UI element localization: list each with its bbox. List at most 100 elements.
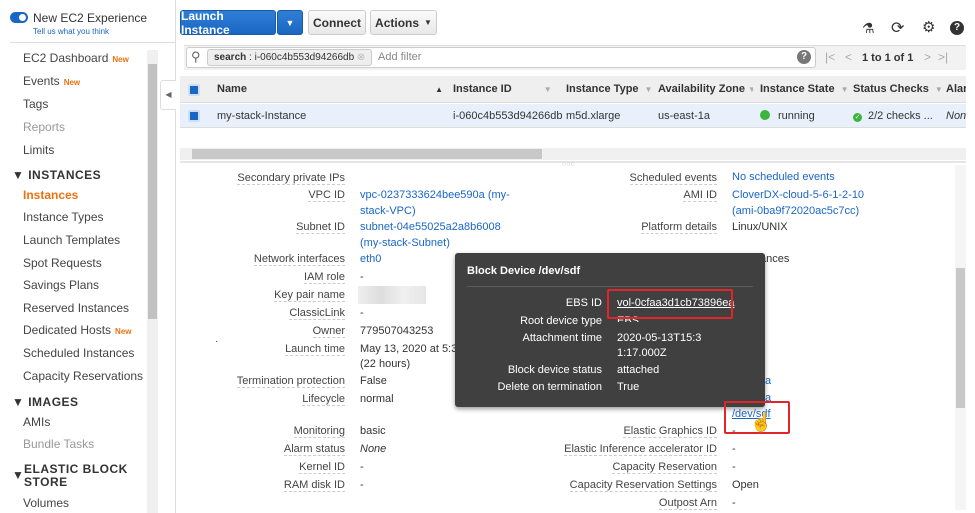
label-iam-role: IAM role — [304, 271, 345, 284]
refresh-icon[interactable]: ⟳ — [891, 18, 904, 38]
section-ebs[interactable]: ▼ ELASTIC BLOCK STORE — [12, 463, 137, 489]
pagination-text: 1 to 1 of 1 — [862, 52, 914, 64]
label-termination-protection: Termination protection — [236, 375, 345, 388]
block-device-popover: Block Device /dev/sdf EBS ID vol-0cfaa3d… — [455, 253, 765, 407]
owner-value: 779507043253 — [360, 325, 434, 337]
launch-dropdown-button[interactable]: ▼ — [277, 10, 303, 35]
ami-id-link[interactable]: CloverDX-cloud-5-6-1-2-10 (ami-0ba9f7202… — [732, 187, 892, 219]
col-label: Availability Zone — [658, 83, 746, 95]
filter-help-icon[interactable]: ? — [797, 50, 811, 64]
drag-handle-icon[interactable]: ○○○ — [562, 161, 575, 168]
row-checkbox[interactable] — [188, 105, 200, 127]
key-pair-redacted — [358, 286, 426, 304]
new-experience-toggle[interactable] — [10, 12, 28, 23]
filter-chip[interactable]: search : i-060c4b553d94266db ⊗ — [207, 49, 373, 66]
cell-status-checks: ✓ 2/2 checks ... — [853, 105, 933, 127]
sidebar-item-capacity-reservations[interactable]: Capacity Reservations — [23, 369, 143, 383]
column-instance-type[interactable]: Instance Type ▼ — [566, 76, 651, 103]
launch-time-duration: (22 hours) — [360, 358, 411, 370]
eth0-link[interactable]: eth0 — [360, 251, 381, 267]
running-status-icon — [760, 110, 770, 120]
flask-icon[interactable]: ⚗ — [862, 20, 875, 37]
sidebar-item-events[interactable]: Events New — [23, 74, 80, 88]
sidebar-item-reports[interactable]: Reports — [23, 120, 65, 134]
check-icon: ✓ — [853, 113, 862, 122]
partial-link-a[interactable]: a — [765, 373, 771, 389]
iam-role-value: - — [360, 271, 364, 283]
sidebar-item-volumes[interactable]: Volumes — [23, 496, 69, 510]
state-text: running — [778, 110, 815, 122]
column-instance-state[interactable]: Instance State ▼ — [760, 76, 848, 103]
sidebar-item-instance-types[interactable]: Instance Types — [23, 210, 104, 224]
block-device-status-value: attached — [617, 364, 660, 376]
label-capacity-reservation-settings: Capacity Reservation Settings — [569, 479, 717, 492]
sidebar-item-savings-plans[interactable]: Savings Plans — [23, 278, 99, 292]
launch-instance-button[interactable]: Launch Instance — [180, 9, 276, 37]
launch-time-value: May 13, 2020 at 5:31: — [360, 343, 467, 355]
label-scheduled-events: Scheduled events — [629, 172, 717, 185]
first-page-icon[interactable]: |< — [825, 50, 835, 64]
sidebar-item-limits[interactable]: Limits — [23, 143, 54, 157]
capacity-reservation-settings-value: Open — [732, 479, 759, 491]
sort-icon: ▼ — [645, 85, 651, 94]
label: Events — [23, 74, 60, 88]
label-key-pair: Key pair name — [274, 289, 345, 302]
col-label: Status Checks — [853, 83, 929, 95]
new-badge: New — [115, 327, 132, 336]
prev-page-icon[interactable]: < — [845, 50, 852, 64]
highlight-ebs-id — [607, 289, 733, 319]
sidebar-item-reserved-instances[interactable]: Reserved Instances — [23, 301, 129, 315]
elastic-inference-value: - — [732, 443, 736, 455]
help-icon[interactable]: ? — [950, 21, 964, 35]
sidebar-item-tags[interactable]: Tags — [23, 97, 48, 111]
sidebar-scroll-thumb[interactable] — [148, 64, 157, 319]
next-page-icon[interactable]: > — [924, 50, 931, 64]
col-label: Instance ID — [453, 83, 512, 95]
label-delete-on-termination: Delete on termination — [497, 381, 602, 393]
sidebar-item-instances[interactable]: Instances — [23, 188, 78, 202]
connect-button[interactable]: Connect — [308, 10, 366, 35]
new-badge: New — [112, 55, 129, 64]
column-status-checks[interactable]: Status Checks ▼ — [853, 76, 943, 103]
sidebar-item-scheduled-instances[interactable]: Scheduled Instances — [23, 346, 134, 360]
sidebar-item-launch-templates[interactable]: Launch Templates — [23, 233, 120, 247]
sidebar-item-ec2-dashboard[interactable]: EC2 Dashboard New — [23, 51, 129, 65]
section-images[interactable]: ▼ IMAGES — [12, 395, 79, 409]
column-name[interactable]: Name ▲ — [217, 76, 447, 103]
sidebar-item-dedicated-hosts[interactable]: Dedicated Hosts New — [23, 323, 132, 337]
sidebar-item-bundle-tasks[interactable]: Bundle Tasks — [23, 437, 94, 451]
label-root-device-type: Root device type — [520, 315, 602, 327]
select-all-checkbox[interactable] — [188, 76, 206, 103]
section-instances[interactable]: ▼ INSTANCES — [12, 168, 101, 182]
capacity-reservation-value: - — [732, 461, 736, 473]
label-elastic-graphics: Elastic Graphics ID — [623, 425, 717, 438]
sidebar-item-amis[interactable]: AMIs — [23, 415, 50, 429]
popover-title: Block Device /dev/sdf — [467, 265, 581, 277]
section-title: ELASTIC BLOCK STORE — [24, 462, 128, 489]
label-capacity-reservation: Capacity Reservation — [612, 461, 717, 474]
label-subnet-id: Subnet ID — [296, 221, 345, 234]
sidebar-item-spot-requests[interactable]: Spot Requests — [23, 256, 102, 270]
classiclink-value: - — [360, 307, 364, 319]
subnet-id-link[interactable]: subnet-04e55025a2a8b6008 (my-stack-Subne… — [360, 219, 520, 251]
table-scroll-thumb[interactable] — [192, 149, 542, 159]
sort-asc-icon: ▲ — [435, 85, 443, 94]
label-ami-id: AMI ID — [683, 189, 717, 202]
column-availability-zone[interactable]: Availability Zone▼ — [658, 76, 753, 103]
last-page-icon[interactable]: >| — [938, 50, 948, 64]
column-alarm[interactable]: Alar — [946, 76, 966, 103]
gear-icon[interactable]: ⚙ — [922, 18, 935, 36]
column-instance-id[interactable]: Instance ID ▼ — [453, 76, 558, 103]
new-experience-label: New EC2 Experience — [33, 11, 148, 25]
vpc-id-link[interactable]: vpc-0237333624bee590a (my-stack-VPC) — [360, 187, 530, 219]
label-network-interfaces: Network interfaces — [253, 253, 345, 266]
cell-alarm: None — [946, 110, 966, 122]
remove-filter-icon[interactable]: ⊗ — [357, 52, 365, 63]
scheduled-events-link[interactable]: No scheduled events — [732, 169, 835, 185]
add-filter-placeholder[interactable]: Add filter — [378, 51, 421, 63]
feedback-link[interactable]: Tell us what you think — [33, 27, 109, 36]
collapse-sidebar-button[interactable]: ◀ — [160, 80, 176, 110]
details-scroll-thumb[interactable] — [956, 268, 965, 408]
outpost-arn-value: - — [732, 497, 736, 509]
actions-button[interactable]: Actions ▼ — [370, 10, 437, 35]
